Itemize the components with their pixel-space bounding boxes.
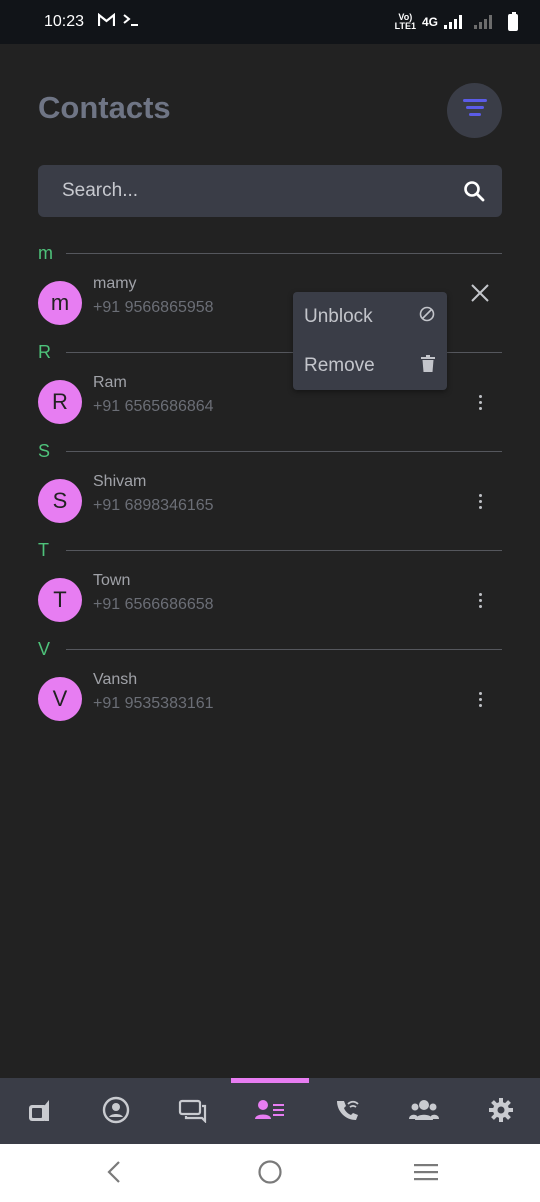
section-header-s: S bbox=[38, 441, 502, 461]
avatar: V bbox=[38, 677, 82, 721]
groups-icon bbox=[409, 1099, 439, 1126]
network-type: 4G bbox=[421, 15, 438, 29]
avatar: S bbox=[38, 479, 82, 523]
avatar: m bbox=[38, 281, 82, 325]
contact-name: Town bbox=[93, 572, 131, 589]
nav-chat[interactable] bbox=[177, 1096, 209, 1128]
filter-button[interactable] bbox=[447, 83, 502, 138]
contact-name: Vansh bbox=[93, 671, 138, 688]
video-call-icon bbox=[27, 1098, 51, 1127]
section-header-m: m bbox=[38, 243, 502, 263]
system-navigation-bar bbox=[0, 1144, 540, 1202]
close-icon[interactable] bbox=[468, 281, 492, 305]
menu-item-remove[interactable]: Remove bbox=[293, 341, 447, 390]
nav-profile[interactable] bbox=[100, 1096, 132, 1128]
status-bar: 10:23 Vo) LTE1 4G bbox=[0, 0, 540, 44]
chat-icon bbox=[178, 1097, 208, 1128]
contact-name: Ram bbox=[93, 374, 127, 391]
nav-groups[interactable] bbox=[408, 1096, 440, 1128]
status-time: 10:23 bbox=[44, 13, 85, 30]
nav-settings[interactable] bbox=[485, 1096, 517, 1128]
more-options-icon[interactable] bbox=[470, 486, 490, 516]
nav-contacts[interactable] bbox=[254, 1096, 286, 1128]
menu-icon bbox=[413, 1162, 439, 1187]
volte-indicator: Vo) LTE1 bbox=[394, 12, 416, 31]
context-menu: Unblock Remove bbox=[293, 292, 447, 390]
contact-phone: +91 6565686864 bbox=[93, 398, 214, 415]
home-icon bbox=[257, 1159, 283, 1190]
profile-icon bbox=[102, 1096, 130, 1129]
contact-phone: +91 6898346165 bbox=[93, 497, 214, 514]
page-title: Contacts bbox=[38, 90, 171, 125]
section-letter: m bbox=[38, 242, 53, 263]
more-options-icon[interactable] bbox=[470, 585, 490, 615]
contact-phone: +91 9535383161 bbox=[93, 695, 214, 712]
block-icon bbox=[419, 306, 435, 327]
signal-sim2-icon bbox=[474, 15, 492, 29]
more-options-icon[interactable] bbox=[470, 684, 490, 714]
contact-item-shivam[interactable]: S Shivam +91 6898346165 bbox=[38, 473, 502, 531]
menu-item-unblock[interactable]: Unblock bbox=[293, 292, 447, 341]
section-letter: T bbox=[38, 539, 49, 560]
recents-button[interactable] bbox=[411, 1160, 441, 1188]
section-header-t: T bbox=[38, 540, 502, 560]
more-options-icon[interactable] bbox=[470, 387, 490, 417]
nav-wifi-calls[interactable] bbox=[331, 1096, 363, 1128]
filter-icon bbox=[462, 97, 488, 124]
active-tab-indicator bbox=[231, 1078, 309, 1083]
section-header-v: V bbox=[38, 639, 502, 659]
divider bbox=[66, 252, 502, 254]
signal-icon bbox=[444, 15, 462, 29]
section-letter: V bbox=[38, 638, 51, 659]
search-icon[interactable] bbox=[462, 179, 486, 203]
nav-video-call[interactable] bbox=[23, 1096, 55, 1128]
contacts-icon bbox=[255, 1099, 285, 1126]
divider bbox=[66, 450, 502, 452]
contact-name: mamy bbox=[93, 275, 137, 292]
section-letter: S bbox=[38, 440, 51, 461]
avatar: R bbox=[38, 380, 82, 424]
contact-phone: +91 6566686658 bbox=[93, 596, 214, 613]
terminal-icon bbox=[123, 13, 139, 32]
avatar: T bbox=[38, 578, 82, 622]
settings-icon bbox=[488, 1097, 514, 1128]
divider bbox=[66, 648, 502, 650]
home-button[interactable] bbox=[255, 1159, 285, 1190]
bottom-navigation bbox=[0, 1078, 540, 1144]
divider bbox=[66, 549, 502, 551]
trash-icon bbox=[421, 354, 435, 377]
menu-item-label: Remove bbox=[304, 354, 375, 376]
back-icon bbox=[107, 1160, 121, 1189]
back-button[interactable] bbox=[99, 1160, 129, 1188]
contact-item-town[interactable]: T Town +91 6566686658 bbox=[38, 572, 502, 630]
wifi-call-icon bbox=[334, 1097, 360, 1128]
gmail-icon bbox=[97, 12, 116, 32]
contact-phone: +91 9566865958 bbox=[93, 299, 214, 316]
search-bar bbox=[38, 165, 502, 217]
search-input[interactable] bbox=[62, 180, 462, 202]
menu-item-label: Unblock bbox=[304, 305, 373, 327]
battery-icon bbox=[508, 11, 518, 31]
contact-name: Shivam bbox=[93, 473, 147, 490]
section-letter: R bbox=[38, 341, 51, 362]
contact-item-vansh[interactable]: V Vansh +91 9535383161 bbox=[38, 671, 502, 729]
